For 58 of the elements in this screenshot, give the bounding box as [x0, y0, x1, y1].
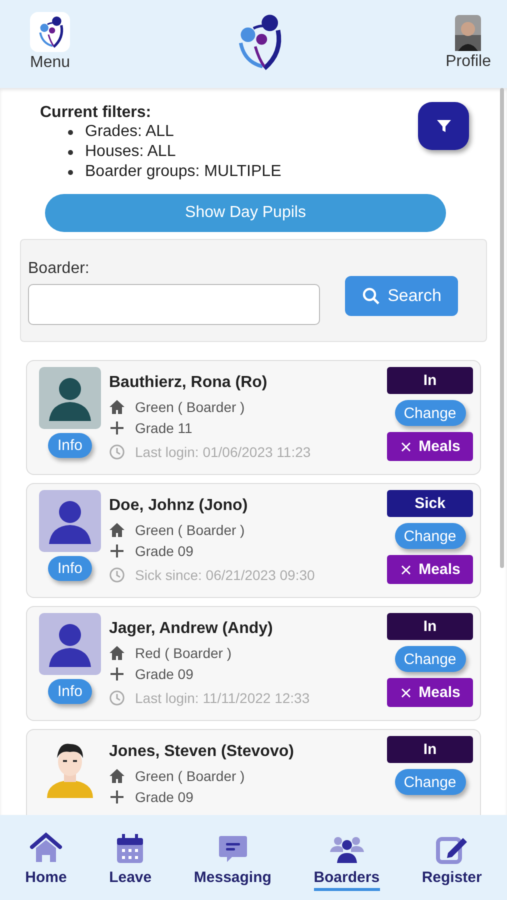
- meals-button[interactable]: Meals: [387, 432, 473, 461]
- clock-icon: [109, 566, 125, 582]
- close-icon: [400, 564, 412, 576]
- menu-button[interactable]: Menu: [26, 0, 74, 72]
- filter-text: Grades: ALL: [85, 122, 174, 142]
- boarder-name: Bauthierz, Rona (Ro): [109, 374, 268, 392]
- nav-tab[interactable]: Register: [420, 815, 484, 891]
- boarder-name: Jones, Steven (Stevovo): [109, 743, 295, 761]
- search-field[interactable]: [28, 284, 320, 325]
- plus-icon: [109, 666, 125, 682]
- house-icon: [109, 522, 125, 538]
- filter-text: Boarder groups: MULTIPLE: [85, 162, 282, 182]
- close-icon: [400, 686, 412, 698]
- status-time-text: Last login: 11/11/2022 12:33: [135, 690, 310, 706]
- home-icon: [28, 831, 64, 865]
- plus-icon: [109, 420, 125, 436]
- house-text: Green ( Boarder ): [135, 522, 245, 538]
- status-time-text: Sick since: 06/21/2023 09:30: [135, 566, 315, 582]
- status-badge: In: [387, 736, 473, 763]
- meals-button[interactable]: Meals: [387, 555, 473, 584]
- clock-icon: [109, 690, 125, 706]
- plus-icon: [109, 542, 125, 558]
- filter-text: Houses: ALL: [85, 142, 176, 162]
- house-text: Green ( Boarder ): [135, 768, 245, 784]
- nav-tab[interactable]: Boarders: [312, 815, 382, 891]
- house-text: Green ( Boarder ): [135, 398, 245, 414]
- plus-icon: [109, 788, 125, 804]
- scrollbar[interactable]: [500, 88, 504, 568]
- nav-tab[interactable]: Leave: [107, 815, 154, 891]
- grade-text: Grade 09: [135, 542, 194, 558]
- profile-button[interactable]: Profile: [442, 0, 495, 71]
- house-icon: [109, 768, 125, 784]
- field-label: Boarder:: [28, 260, 90, 278]
- boarder-name: Doe, Johnz (Jono): [109, 497, 249, 515]
- meals-button[interactable]: Meals: [387, 678, 473, 707]
- bullet-icon: [68, 130, 73, 134]
- nav-tab[interactable]: Home: [23, 815, 69, 891]
- search-icon: [362, 287, 380, 305]
- filter-icon: [436, 118, 452, 134]
- clock-icon: [109, 444, 125, 460]
- filter-button[interactable]: [418, 102, 469, 150]
- house-icon: [109, 644, 125, 660]
- grade-text: Grade 09: [135, 788, 194, 804]
- status-badge: In: [387, 367, 473, 394]
- nav-tab[interactable]: Messaging: [192, 815, 274, 891]
- logo-icon: [30, 12, 70, 52]
- grade-text: Grade 11: [135, 420, 192, 436]
- grade-text: Grade 09: [135, 666, 194, 682]
- bullet-icon: [68, 150, 73, 154]
- boarder-name: Jager, Andrew (Andy): [109, 620, 274, 638]
- filters-title: Current filters:: [40, 104, 152, 122]
- status-badge: In: [387, 613, 473, 640]
- bullet-icon: [68, 170, 73, 174]
- close-icon: [400, 440, 412, 452]
- status-time-text: Last login: 01/06/2023 11:23: [135, 444, 311, 460]
- house-icon: [109, 398, 125, 414]
- status-badge: Sick: [387, 490, 473, 517]
- house-text: Red ( Boarder ): [135, 644, 232, 660]
